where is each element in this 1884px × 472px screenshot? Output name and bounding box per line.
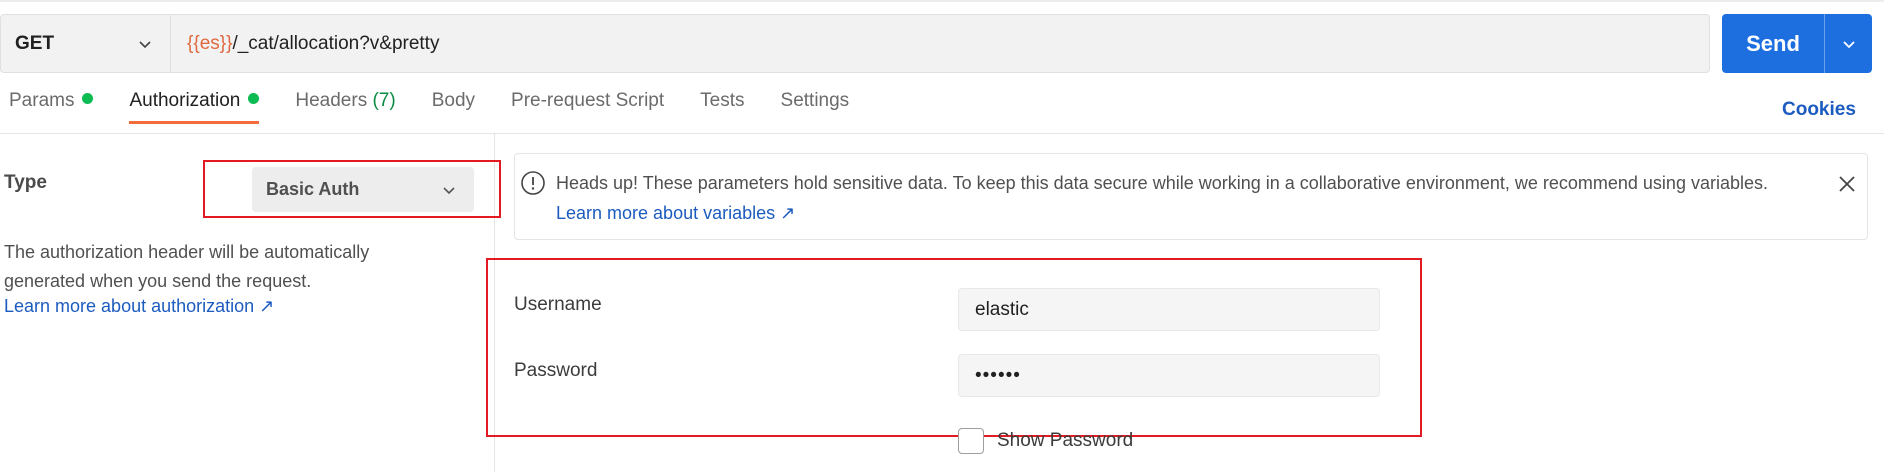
tab-label: Authorization [129, 90, 241, 111]
chevron-down-icon [1842, 40, 1855, 48]
send-options-button[interactable] [1825, 35, 1872, 53]
learn-more-authorization-link[interactable]: Learn more about authorization ↗ [4, 296, 274, 317]
info-circle-icon [521, 171, 545, 195]
url-input[interactable]: {{es}}/_cat/allocation?v&pretty [187, 15, 439, 72]
tab-params[interactable]: Params [9, 90, 94, 124]
tab-headers[interactable]: Headers (7) [295, 90, 395, 124]
tab-label: Body [431, 90, 476, 111]
url-variable: {{es}} [187, 32, 233, 54]
method-selector[interactable]: GET [1, 15, 171, 72]
tab-label: Headers [295, 90, 368, 111]
url-bar[interactable]: GET {{es}}/_cat/allocation?v&pretty [0, 14, 1710, 73]
tab-tests[interactable]: Tests [700, 90, 744, 124]
banner-message: Heads up! These parameters hold sensitiv… [556, 168, 1796, 228]
url-path: /_cat/allocation?v&pretty [232, 32, 440, 54]
tab-pre-request-script[interactable]: Pre-request Script [511, 90, 664, 124]
show-password-checkbox[interactable] [958, 428, 984, 454]
highlight-box [486, 258, 1422, 437]
tab-settings[interactable]: Settings [781, 90, 850, 124]
send-button[interactable]: Send [1722, 14, 1872, 73]
highlight-box [203, 160, 501, 218]
tab-count: (7) [372, 90, 396, 111]
tab-label: Pre-request Script [511, 90, 665, 111]
tabs-divider [0, 133, 1884, 134]
status-dot [82, 93, 94, 105]
tab-label: Params [9, 90, 75, 111]
tab-authorization[interactable]: Authorization [129, 90, 260, 124]
close-icon[interactable] [1836, 173, 1858, 195]
banner-text: Heads up! These parameters hold sensitiv… [556, 173, 1768, 193]
send-label: Send [1746, 30, 1800, 56]
learn-more-variables-link[interactable]: Learn more about variables ↗ [556, 203, 795, 223]
chevron-down-icon [139, 41, 151, 49]
tab-label: Settings [780, 90, 850, 111]
tab-label: Tests [700, 90, 745, 111]
request-tabs: Params Authorization Headers (7) Body Pr… [0, 90, 885, 134]
status-dot [248, 93, 260, 105]
top-border [0, 0, 1884, 2]
show-password-label[interactable]: Show Password [997, 430, 1133, 452]
cookies-link[interactable]: Cookies [1782, 99, 1856, 121]
method-label: GET [15, 32, 55, 54]
tab-body[interactable]: Body [432, 90, 475, 124]
auth-type-label: Type [4, 172, 47, 193]
auth-description: The authorization header will be automat… [4, 242, 370, 291]
